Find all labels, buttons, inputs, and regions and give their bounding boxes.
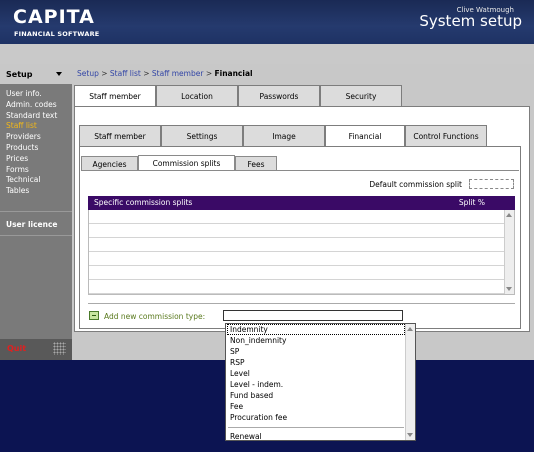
- dropdown-scrollbar[interactable]: [405, 324, 415, 440]
- add-commission-type-select[interactable]: [223, 310, 403, 321]
- sidebar-item-prices[interactable]: Prices: [6, 154, 57, 165]
- quit-button[interactable]: Quit: [7, 344, 26, 353]
- chevron-down-icon[interactable]: [56, 72, 62, 76]
- divider: [88, 303, 515, 304]
- scroll-down-icon[interactable]: [407, 433, 413, 437]
- dropdown-option-renewal[interactable]: Renewal: [230, 432, 262, 441]
- tab-settings[interactable]: Settings: [161, 125, 243, 146]
- dropdown-option-fee[interactable]: Fee: [230, 402, 243, 411]
- column-header-specific-splits[interactable]: Specific commission splits: [94, 198, 192, 207]
- tab-staff-member[interactable]: Staff member: [74, 85, 156, 107]
- breadcrumb: Setup > Staff list > Staff member > Fina…: [77, 69, 253, 78]
- resize-grip-icon[interactable]: [53, 342, 66, 355]
- table-row[interactable]: [89, 252, 505, 266]
- scroll-down-icon[interactable]: [506, 287, 512, 291]
- dropdown-separator: [228, 427, 404, 428]
- table-row[interactable]: [89, 280, 505, 294]
- tab-passwords[interactable]: Passwords: [238, 85, 320, 106]
- sidebar-item-admin-codes[interactable]: Admin. codes: [6, 100, 57, 111]
- default-commission-input[interactable]: [469, 179, 514, 189]
- tab-financial[interactable]: Financial: [325, 125, 405, 147]
- breadcrumb-separator: >: [143, 69, 150, 78]
- page-title: System setup: [419, 12, 522, 30]
- sidebar-item-standard-text[interactable]: Standard text: [6, 111, 57, 122]
- sidebar-nav: User info. Admin. codes Standard text St…: [6, 89, 57, 197]
- sidebar-item-staff-list[interactable]: Staff list: [6, 121, 57, 132]
- table-row[interactable]: [89, 266, 505, 280]
- breadcrumb-staff-member[interactable]: Staff member: [152, 69, 204, 78]
- table-row[interactable]: [89, 224, 505, 238]
- scroll-up-icon[interactable]: [407, 327, 413, 331]
- sidebar-section-label: Setup: [6, 70, 33, 79]
- dropdown-option-level-indem[interactable]: Level - indem.: [230, 380, 283, 389]
- default-commission-label: Default commission split: [369, 180, 462, 189]
- tab-location[interactable]: Location: [156, 85, 238, 106]
- commission-type-dropdown: Indemnity Non_indemnity SP RSP Level Lev…: [225, 323, 416, 441]
- tab-commission-splits[interactable]: Commission splits: [138, 155, 235, 171]
- tab-agencies[interactable]: Agencies: [81, 156, 138, 170]
- tab-fees[interactable]: Fees: [235, 156, 277, 170]
- tab-staff-member-detail[interactable]: Staff member: [79, 125, 161, 146]
- sidebar-item-technical[interactable]: Technical: [6, 175, 57, 186]
- tab-control-functions[interactable]: Control Functions: [405, 125, 487, 146]
- breadcrumb-setup[interactable]: Setup: [77, 69, 99, 78]
- tab-image[interactable]: Image: [243, 125, 325, 146]
- sidebar-divider: [0, 211, 72, 212]
- dropdown-option-procuration-fee[interactable]: Procuration fee: [230, 413, 287, 422]
- sidebar-item-user-licence[interactable]: User licence: [6, 220, 58, 229]
- sidebar-item-tables[interactable]: Tables: [6, 186, 57, 197]
- sidebar-item-user-info[interactable]: User info.: [6, 89, 57, 100]
- sidebar-item-forms[interactable]: Forms: [6, 165, 57, 176]
- breadcrumb-separator: >: [101, 69, 108, 78]
- sidebar-divider: [0, 235, 72, 236]
- grid-scrollbar[interactable]: [504, 210, 514, 294]
- dropdown-option-rsp[interactable]: RSP: [230, 358, 245, 367]
- column-header-split-percent[interactable]: Split %: [459, 198, 485, 207]
- dropdown-option-level[interactable]: Level: [230, 369, 250, 378]
- add-row-icon[interactable]: [89, 311, 99, 320]
- table-row[interactable]: [89, 238, 505, 252]
- commission-grid: [88, 210, 515, 295]
- add-commission-type-label: Add new commission type:: [104, 312, 206, 321]
- breadcrumb-separator: >: [205, 69, 213, 78]
- sub-header-bar: [0, 44, 534, 64]
- breadcrumb-staff-list[interactable]: Staff list: [110, 69, 141, 78]
- brand-logo: CAPITA: [13, 6, 95, 28]
- scroll-up-icon[interactable]: [506, 213, 512, 217]
- sidebar-item-providers[interactable]: Providers: [6, 132, 57, 143]
- table-row[interactable]: [89, 210, 505, 224]
- dropdown-option-non-indemnity[interactable]: Non_indemnity: [230, 336, 286, 345]
- dropdown-option-indemnity[interactable]: Indemnity: [227, 324, 405, 335]
- sidebar-item-products[interactable]: Products: [6, 143, 57, 154]
- dropdown-option-sp[interactable]: SP: [230, 347, 239, 356]
- tab-security[interactable]: Security: [320, 85, 402, 106]
- brand-subtitle: FINANCIAL SOFTWARE: [14, 30, 100, 38]
- subtab-divider: [81, 170, 519, 171]
- breadcrumb-current: Financial: [214, 69, 253, 78]
- commission-grid-header: Specific commission splits Split %: [88, 196, 515, 210]
- user-name: Clive Watmough: [456, 6, 514, 14]
- dropdown-option-fund-based[interactable]: Fund based: [230, 391, 273, 400]
